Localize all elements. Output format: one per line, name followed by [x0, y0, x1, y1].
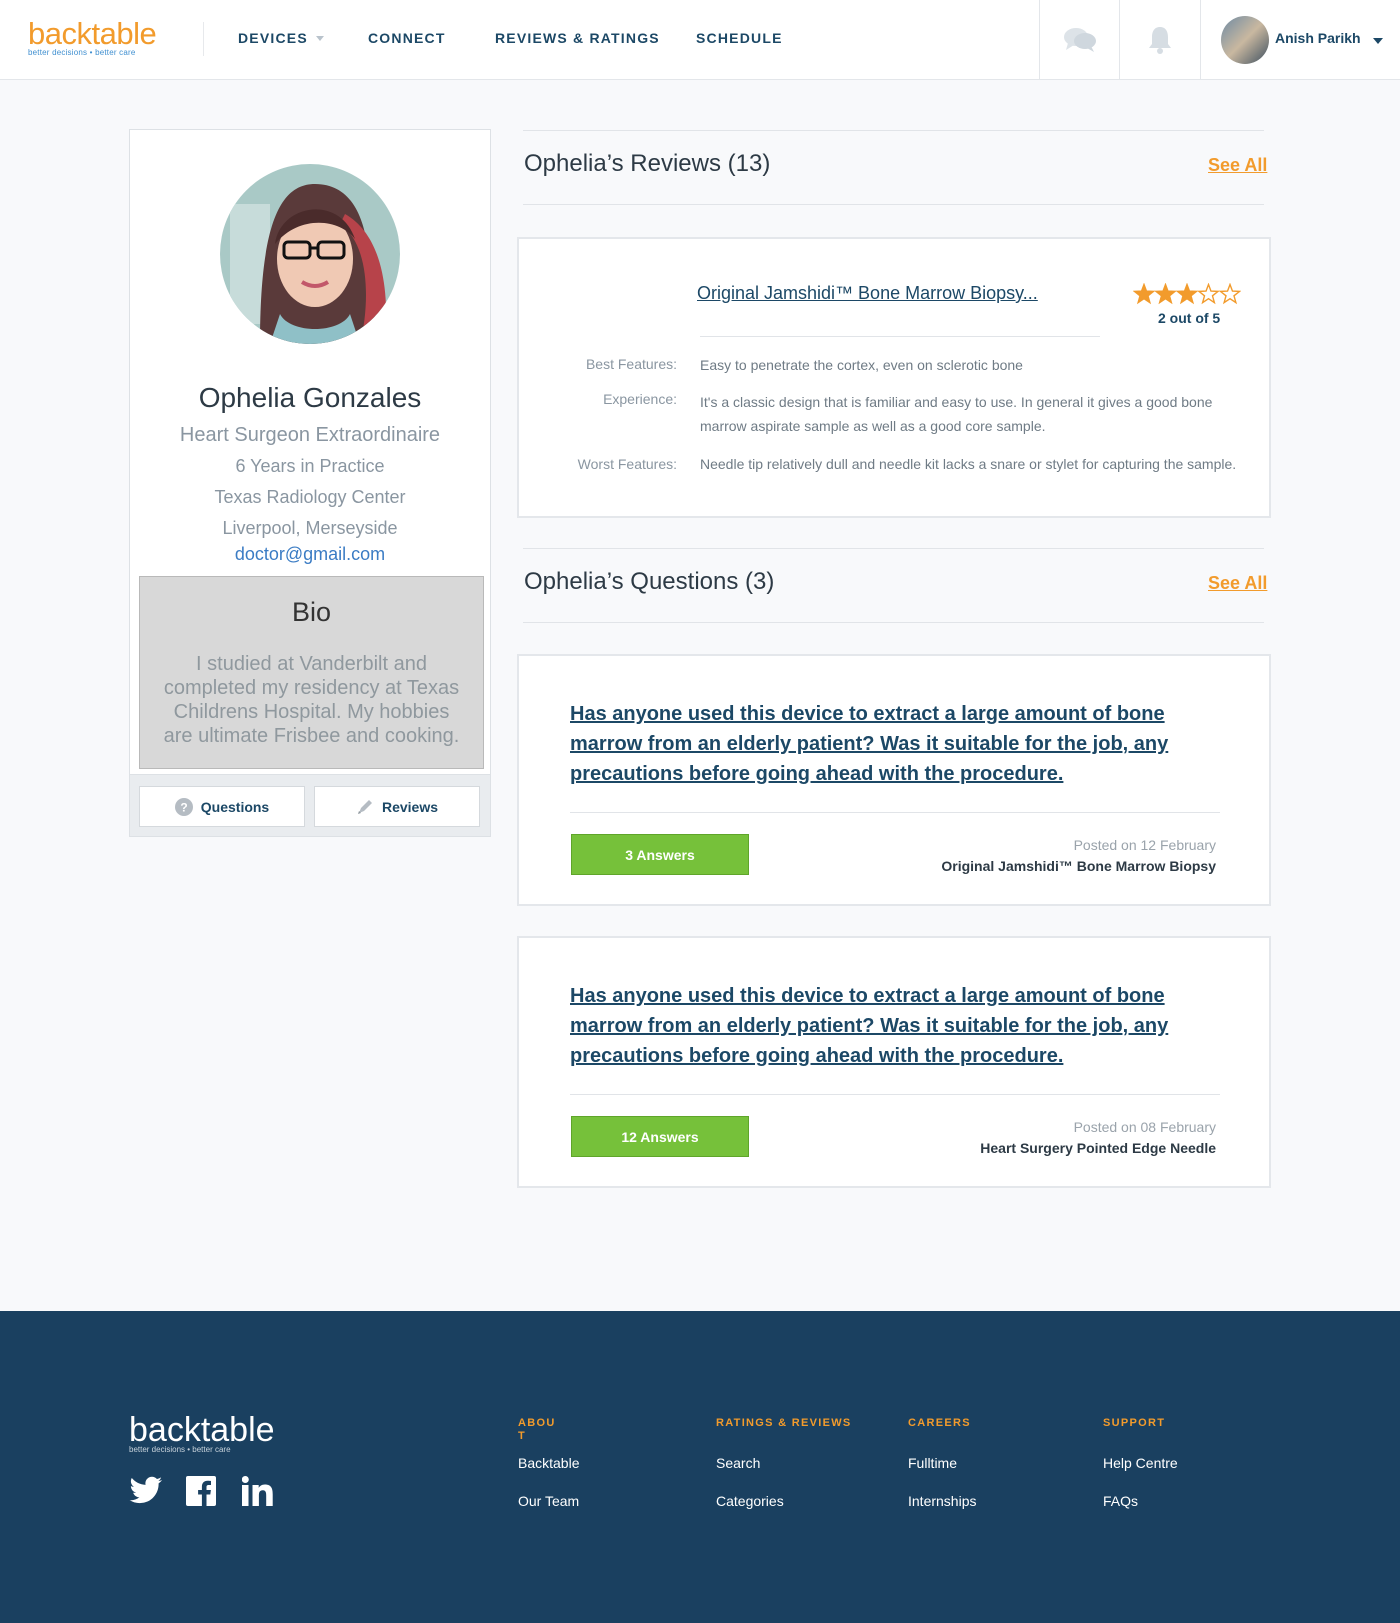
star-filled-icon	[1132, 282, 1156, 305]
messages-button[interactable]	[1039, 0, 1119, 80]
questions-section-title: Ophelia’s Questions (3)	[524, 568, 775, 595]
footer-link-categories[interactable]: Categories	[716, 1493, 784, 1509]
svg-text:?: ?	[180, 800, 187, 814]
review-device-link[interactable]: Original Jamshidi™ Bone Marrow Biopsy...	[697, 283, 1038, 304]
worst-features-label: Worst Features:	[577, 456, 677, 472]
footer-link-internships[interactable]: Internships	[908, 1493, 976, 1509]
profile-years: 6 Years in Practice	[235, 456, 385, 476]
nav-schedule[interactable]: SCHEDULE	[696, 30, 783, 46]
footer-heading-ratings-reviews: RATINGS & REVIEWS	[716, 1417, 852, 1429]
profile-photo	[220, 164, 400, 344]
facebook-icon[interactable]	[186, 1476, 216, 1511]
chevron-down-icon	[1373, 38, 1383, 44]
pen-icon	[357, 799, 372, 814]
footer-heading-support: SUPPORT	[1103, 1417, 1166, 1429]
footer-logo[interactable]: backtable better decisions • better care	[129, 1413, 275, 1454]
star-empty-icon	[1218, 282, 1242, 305]
divider	[570, 812, 1220, 813]
profile-location: Liverpool, Merseyside	[222, 518, 398, 538]
best-features-label: Best Features:	[585, 356, 677, 372]
divider	[700, 336, 1100, 337]
divider	[570, 1094, 1220, 1095]
top-header: backtable better decisions • better care…	[0, 0, 1400, 80]
bio-text: I studied at Vanderbilt and completed my…	[163, 653, 460, 747]
divider	[523, 130, 1264, 131]
star-filled-icon	[1175, 282, 1199, 305]
nav-connect[interactable]: CONNECT	[368, 30, 446, 46]
questions-see-all-link[interactable]: See All	[1208, 573, 1267, 594]
header-divider	[203, 22, 204, 56]
question-device: Heart Surgery Pointed Edge Needle	[980, 1140, 1216, 1156]
reviews-section-title: Ophelia’s Reviews (13)	[524, 150, 771, 177]
divider	[523, 204, 1264, 205]
user-name: Anish Parikh	[1275, 30, 1361, 46]
backtable-logo[interactable]: backtable better decisions • better care	[28, 16, 157, 58]
question-device: Original Jamshidi™ Bone Marrow Biopsy	[941, 858, 1216, 874]
footer-heading-about: ABOU T	[518, 1417, 556, 1442]
reviews-button-label: Reviews	[381, 798, 439, 815]
nav-reviews-ratings[interactable]: REVIEWS & RATINGS	[495, 30, 660, 46]
footer-logo-text: backtable	[129, 1411, 275, 1449]
footer-link-faqs[interactable]: FAQs	[1103, 1493, 1138, 1509]
footer-link-our-team[interactable]: Our Team	[518, 1493, 579, 1509]
bio-title: Bio	[291, 597, 332, 627]
answers-button[interactable]: 3 Answers	[571, 834, 749, 875]
profile-name: Ophelia Gonzales	[198, 382, 422, 413]
question-link[interactable]: Has anyone used this device to extract a…	[570, 981, 1220, 1071]
nav-devices[interactable]: DEVICES	[238, 30, 324, 46]
user-avatar	[1221, 16, 1269, 64]
profile-email-link[interactable]: doctor@gmail.com	[129, 544, 491, 565]
divider	[523, 622, 1264, 623]
profile-center: Texas Radiology Center	[214, 487, 406, 507]
bio-box: Bio I studied at Vanderbilt and complete…	[139, 576, 484, 769]
footer-heading-careers: CAREERS	[908, 1417, 971, 1429]
logo-text: backtable	[28, 16, 157, 51]
reviews-button[interactable]: Reviews	[314, 786, 480, 827]
linkedin-icon[interactable]	[241, 1476, 274, 1511]
experience-text: It's a classic design that is familiar a…	[700, 394, 1213, 434]
question-circle-icon: ?	[174, 797, 193, 816]
answers-button[interactable]: 12 Answers	[571, 1116, 749, 1157]
footer-link-fulltime[interactable]: Fulltime	[908, 1455, 957, 1471]
questions-button[interactable]: ? Questions	[139, 786, 305, 827]
posted-date: Posted on 12 February	[1073, 837, 1216, 853]
star-filled-icon	[1154, 282, 1177, 305]
posted-date: Posted on 08 February	[1073, 1119, 1216, 1135]
footer: backtable better decisions • better care…	[0, 1311, 1400, 1623]
star-rating	[1132, 282, 1242, 310]
footer-link-help-centre[interactable]: Help Centre	[1103, 1455, 1178, 1471]
star-empty-icon	[1197, 282, 1220, 305]
questions-button-label: Questions	[200, 798, 270, 815]
rating-text: 2 out of 5	[1158, 310, 1221, 326]
nav-devices-label: DEVICES	[238, 30, 308, 46]
twitter-icon[interactable]	[129, 1476, 163, 1511]
question-link[interactable]: Has anyone used this device to extract a…	[570, 699, 1220, 789]
footer-link-backtable[interactable]: Backtable	[518, 1455, 579, 1471]
chat-bubbles-icon	[1063, 28, 1096, 52]
chevron-down-icon	[315, 36, 324, 41]
bell-icon	[1148, 27, 1171, 54]
best-features-text: Easy to penetrate the cortex, even on sc…	[700, 357, 1023, 373]
footer-link-search[interactable]: Search	[716, 1455, 760, 1471]
notifications-button[interactable]	[1119, 0, 1199, 80]
user-menu[interactable]: Anish Parikh	[1200, 0, 1400, 80]
worst-features-text: Needle tip relatively dull and needle ki…	[700, 456, 1237, 472]
experience-label: Experience:	[603, 391, 677, 407]
divider	[523, 548, 1264, 549]
profile-title: Heart Surgeon Extraordinaire	[179, 424, 441, 446]
reviews-see-all-link[interactable]: See All	[1208, 155, 1267, 176]
